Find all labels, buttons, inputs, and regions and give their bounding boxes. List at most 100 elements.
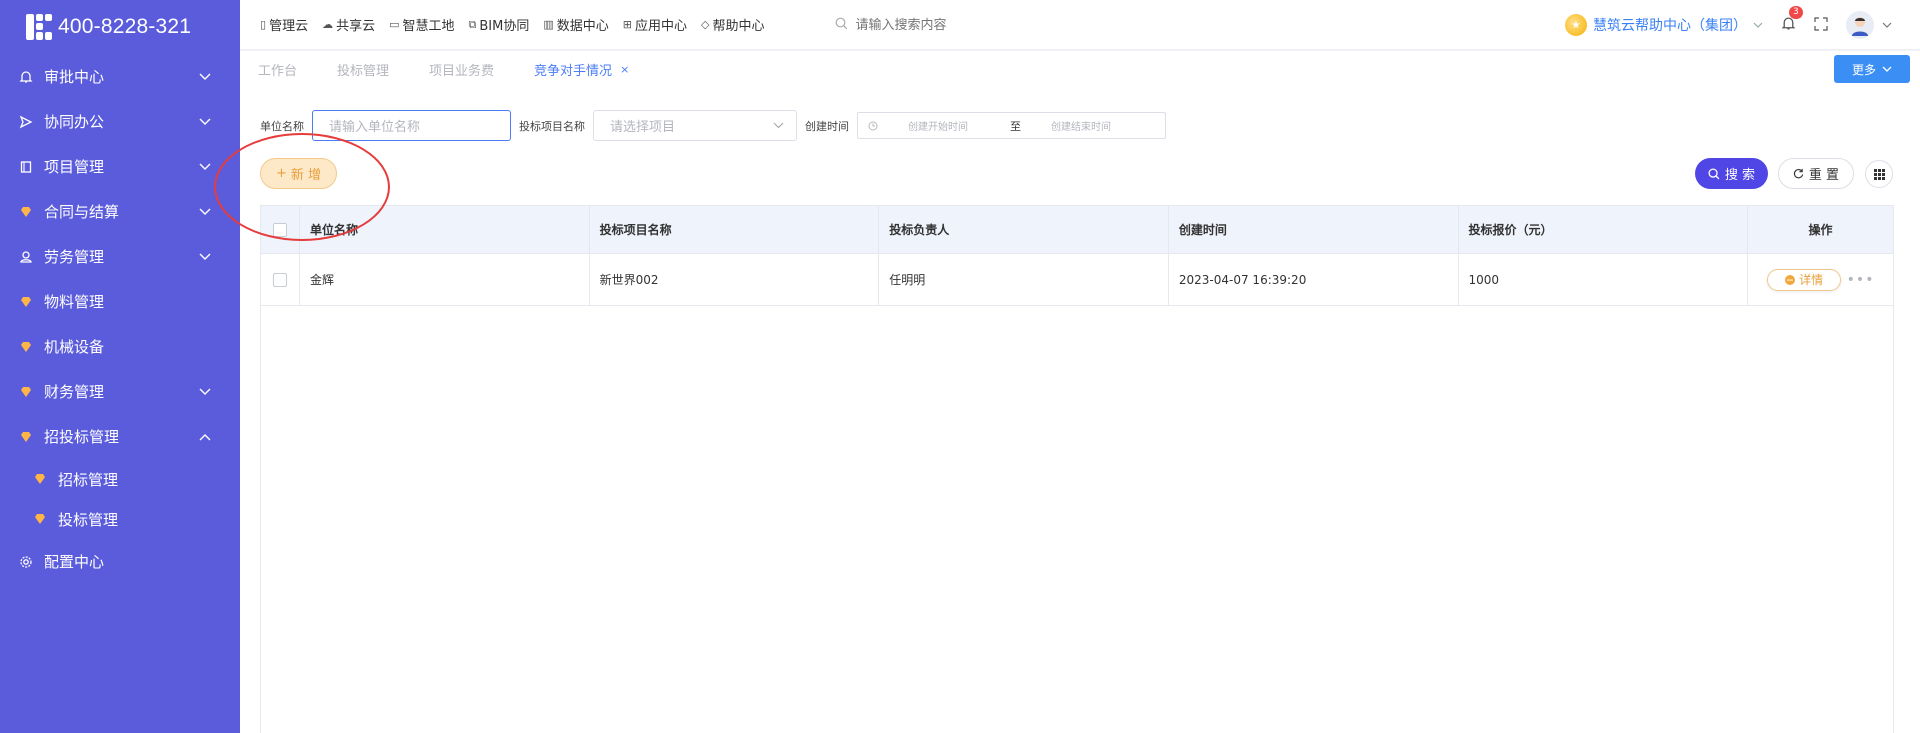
sidebar-item-contract[interactable]: 合同与结算: [0, 189, 240, 234]
topnav-data-center[interactable]: ▥ 数据中心: [543, 15, 608, 34]
org-switcher[interactable]: ★ 慧筑云帮助中心（集团）: [1565, 14, 1763, 36]
fullscreen-icon[interactable]: [1814, 16, 1828, 35]
topnav-label: 帮助中心: [712, 19, 765, 34]
sidebar-item-tender[interactable]: 招标管理: [0, 459, 240, 499]
project-label: 投标项目名称: [519, 119, 585, 133]
header-checkbox-cell: [261, 206, 300, 253]
topnav-smart-site[interactable]: ▭ 智慧工地: [389, 15, 454, 34]
topnav-bim[interactable]: ⧉ BIM协同: [469, 15, 530, 35]
sidebar-item-collab[interactable]: 协同办公: [0, 99, 240, 144]
sidebar-item-label: 配置中心: [44, 553, 105, 571]
chevron-down-icon: [198, 115, 212, 129]
search-label: 搜 索: [1724, 168, 1756, 183]
sidebar-item-label: 财务管理: [44, 383, 105, 401]
select-all-checkbox[interactable]: [272, 222, 287, 237]
sidebar-item-approval[interactable]: 审批中心: [0, 54, 240, 99]
unit-name-input[interactable]: 请输入单位名称: [312, 110, 511, 141]
column-header[interactable]: 投标报价（元）: [1459, 206, 1749, 253]
sidebar-item-labor[interactable]: 劳务管理: [0, 234, 240, 279]
top-search-input[interactable]: [855, 17, 1156, 32]
date-separator: 至: [1010, 119, 1021, 133]
reset-button[interactable]: 重 置: [1778, 158, 1854, 189]
topnav-label: 数据中心: [556, 19, 609, 34]
detail-button[interactable]: 详情: [1766, 268, 1841, 291]
topnav-management-cloud[interactable]: ▯ 管理云: [260, 15, 308, 34]
sidebar-item-label: 机械设备: [44, 338, 105, 356]
topnav-label: 管理云: [269, 19, 309, 34]
table-header: 单位名称 投标项目名称 投标负责人 创建时间 投标报价（元） 操作: [261, 206, 1893, 254]
cell-project: 新世界002: [590, 254, 880, 305]
data-table: 单位名称 投标项目名称 投标负责人 创建时间 投标报价（元） 操作 金辉 新世界…: [260, 205, 1894, 733]
chevron-down-icon: [1753, 22, 1763, 28]
chevron-down-icon: [1882, 66, 1892, 72]
column-header: 操作: [1808, 223, 1833, 237]
cloud-icon: ☁: [322, 18, 334, 31]
sidebar-item-material[interactable]: 物料管理: [0, 279, 240, 324]
search-icon: [1708, 167, 1720, 179]
cell-actions: 详情 •••: [1748, 254, 1893, 305]
sidebar-item-project[interactable]: 项目管理: [0, 144, 240, 189]
row-checkbox[interactable]: [272, 272, 287, 287]
topnav-help-center[interactable]: ◇ 帮助中心: [701, 15, 764, 34]
column-header[interactable]: 单位名称: [300, 206, 590, 253]
tab-bid-management[interactable]: 投标管理: [337, 60, 389, 79]
grid-icon: [1873, 168, 1885, 180]
chevron-down-icon: [198, 70, 212, 84]
send-icon: [16, 115, 36, 129]
org-name: 慧筑云帮助中心（集团）: [1593, 18, 1747, 34]
more-actions-icon[interactable]: •••: [1847, 272, 1875, 288]
sidebar-item-bidding[interactable]: 招投标管理: [0, 414, 240, 459]
date-range-picker[interactable]: 创建开始时间 至 创建结束时间: [857, 112, 1166, 139]
gem-icon: [16, 386, 36, 398]
plus-icon: +: [275, 166, 287, 181]
close-icon[interactable]: ×: [620, 63, 629, 76]
gem-icon: [16, 341, 36, 353]
topnav-shared-cloud[interactable]: ☁ 共享云: [322, 15, 375, 34]
filter-row: 单位名称 请输入单位名称 投标项目名称 请选择项目 创建时间 创建开始时间 至 …: [260, 110, 1166, 141]
tab-workbench[interactable]: 工作台: [258, 60, 297, 79]
date-end[interactable]: 创建结束时间: [1051, 118, 1111, 133]
date-start[interactable]: 创建开始时间: [908, 118, 998, 133]
chevron-down-icon: [198, 205, 212, 219]
user-menu[interactable]: [1846, 11, 1892, 39]
search-button[interactable]: 搜 索: [1695, 158, 1768, 189]
tab-bar: 工作台 投标管理 项目业务费 竞争对手情况 × 更多: [240, 51, 1920, 88]
sidebar-item-equipment[interactable]: 机械设备: [0, 324, 240, 369]
refresh-icon: [1793, 168, 1804, 179]
tab-competitors[interactable]: 竞争对手情况 ×: [534, 60, 629, 79]
sidebar-item-bid[interactable]: 投标管理: [0, 499, 240, 539]
logo[interactable]: 400-8228-321: [0, 0, 240, 54]
sidebar-item-label: 审批中心: [44, 68, 105, 86]
column-header[interactable]: 投标项目名称: [590, 206, 880, 253]
top-right: ★ 慧筑云帮助中心（集团） 3: [1565, 0, 1892, 50]
bell-icon: [16, 70, 36, 84]
gem-icon: [30, 473, 50, 485]
column-header[interactable]: 创建时间: [1169, 206, 1459, 253]
tab-label: 竞争对手情况: [534, 64, 613, 79]
notification-button[interactable]: 3: [1781, 5, 1803, 35]
topnav-label: 共享云: [336, 19, 376, 34]
topnav-label: 智慧工地: [402, 19, 455, 34]
add-button[interactable]: + 新 增: [260, 158, 337, 189]
column-settings-button[interactable]: [1865, 160, 1893, 188]
logo-phone: 400-8228-321: [58, 15, 192, 38]
search-icon: [835, 15, 848, 34]
main-content: 单位名称 请输入单位名称 投标项目名称 请选择项目 创建时间 创建开始时间 至 …: [240, 88, 1920, 733]
column-header[interactable]: 投标负责人: [879, 206, 1169, 253]
more-button[interactable]: 更多: [1834, 55, 1910, 83]
tab-project-fee[interactable]: 项目业务费: [429, 60, 494, 79]
project-placeholder: 请选择项目: [610, 120, 676, 135]
reset-label: 重 置: [1808, 168, 1840, 183]
topnav-label: 应用中心: [635, 19, 688, 34]
avatar: [1846, 11, 1874, 39]
monitor-icon: ▭: [389, 18, 400, 31]
topnav-app-center[interactable]: ⊞ 应用中心: [623, 15, 687, 34]
chevron-down-icon: [773, 122, 784, 129]
bar-chart-icon: ▥: [543, 18, 554, 31]
topnav-label: BIM协同: [479, 19, 530, 34]
sidebar-item-label: 招标管理: [58, 470, 119, 489]
sidebar-item-config[interactable]: 配置中心: [0, 539, 240, 584]
sidebar-item-finance[interactable]: 财务管理: [0, 369, 240, 414]
chevron-down-icon: [198, 385, 212, 399]
project-select[interactable]: 请选择项目: [593, 110, 797, 141]
